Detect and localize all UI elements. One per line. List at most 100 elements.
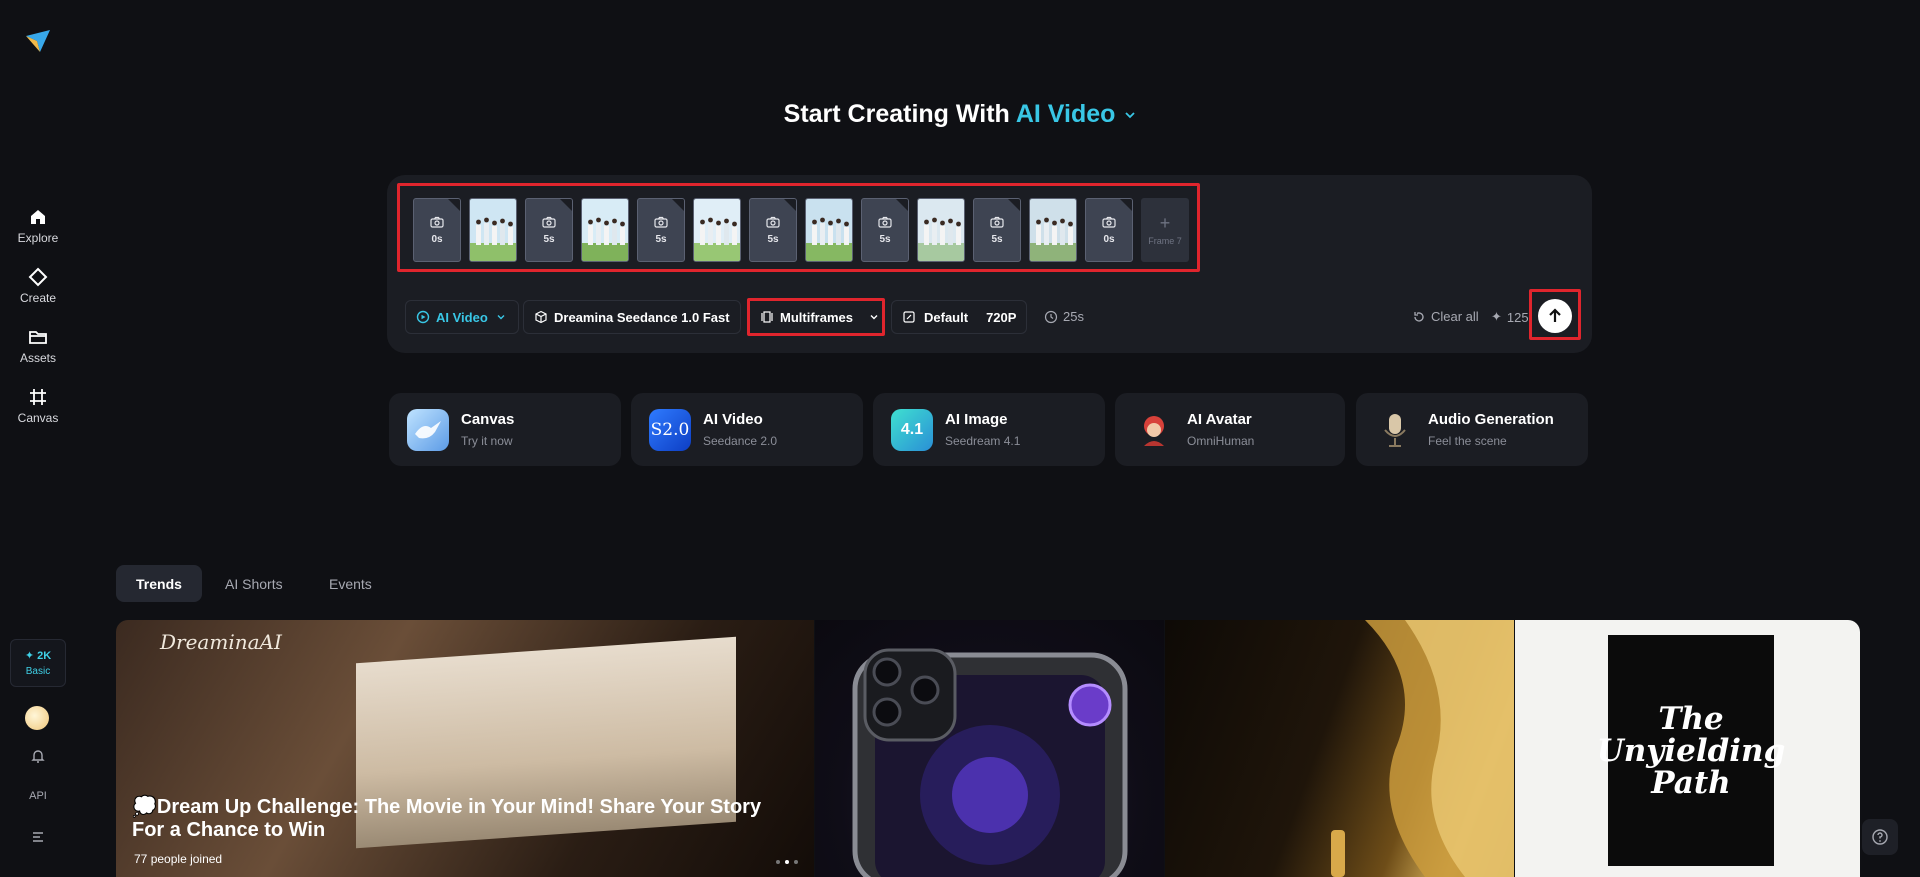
aspect-ratio-icon bbox=[902, 310, 916, 324]
frame-thumbnail[interactable] bbox=[469, 198, 517, 262]
gallery-item-poster[interactable]: The Unyielding Path bbox=[1515, 620, 1860, 877]
plan-label: Basic bbox=[25, 666, 51, 677]
frame-thumbnail[interactable] bbox=[805, 198, 853, 262]
page-title: Start Creating With AI Video bbox=[0, 100, 1920, 129]
help-icon bbox=[1872, 829, 1888, 845]
frame-duration: 5s bbox=[879, 233, 891, 245]
dreamina-watermark: DreaminaAI bbox=[160, 630, 282, 654]
avatar-character-icon bbox=[1133, 409, 1175, 451]
feature-card-ai-image[interactable]: 4.1 AI Image Seedream 4.1 bbox=[873, 393, 1105, 466]
camera-icon bbox=[766, 216, 780, 228]
credits-amount: ✦ 2K bbox=[24, 650, 52, 662]
frame-thumbnail[interactable] bbox=[581, 198, 629, 262]
gallery-item-phone[interactable] bbox=[815, 620, 1164, 877]
gallery-item-gold[interactable] bbox=[1165, 620, 1514, 877]
feature-card-ai-video[interactable]: S2.0 AI Video Seedance 2.0 bbox=[631, 393, 863, 466]
frame-slot[interactable]: 5s bbox=[637, 198, 685, 262]
menu-icon[interactable] bbox=[18, 828, 58, 847]
bell-icon[interactable] bbox=[18, 748, 58, 767]
sidebar-item-explore[interactable]: Explore bbox=[8, 206, 68, 260]
model-select[interactable]: Dreamina Seedance 1.0 Fast bbox=[523, 300, 741, 334]
reset-icon bbox=[1414, 311, 1424, 322]
ratio-resolution-select[interactable]: Default 720P bbox=[891, 300, 1028, 334]
sidebar-item-assets[interactable]: Assets bbox=[8, 326, 68, 380]
add-frame-label: Frame 7 bbox=[1148, 236, 1182, 246]
feature-card-ai-avatar[interactable]: AI Avatar OmniHuman bbox=[1115, 393, 1345, 466]
carousel-dots[interactable] bbox=[776, 860, 798, 864]
frame-thumbnail[interactable] bbox=[917, 198, 965, 262]
microphone-icon bbox=[1374, 409, 1416, 451]
home-icon bbox=[27, 206, 49, 228]
poster-image: The Unyielding Path bbox=[1597, 635, 1785, 866]
chevron-down-icon bbox=[494, 310, 508, 324]
frame-image bbox=[918, 199, 964, 261]
mode-switcher[interactable]: AI Video bbox=[1016, 100, 1137, 128]
frame-thumbnail[interactable] bbox=[1029, 198, 1077, 262]
liquid-gold-image bbox=[1331, 620, 1514, 877]
carousel-dot[interactable] bbox=[794, 860, 798, 864]
camera-icon bbox=[654, 216, 668, 228]
camera-icon bbox=[1102, 216, 1116, 228]
feature-title: Canvas bbox=[461, 411, 515, 428]
feature-card-audio-generation[interactable]: Audio Generation Feel the scene bbox=[1356, 393, 1588, 466]
help-button[interactable] bbox=[1862, 819, 1898, 855]
frame-slot[interactable]: 0s bbox=[1085, 198, 1133, 262]
feature-title: Audio Generation bbox=[1428, 411, 1554, 428]
frame-image bbox=[1030, 199, 1076, 261]
tab-events[interactable]: Events bbox=[309, 565, 392, 602]
folder-icon bbox=[27, 326, 49, 348]
api-link[interactable]: API bbox=[18, 790, 58, 802]
frame-image bbox=[806, 199, 852, 261]
camera-icon bbox=[542, 216, 556, 228]
poster-title: The Unyielding Path bbox=[1596, 700, 1786, 801]
seedream-badge-text: 4.1 bbox=[900, 420, 924, 438]
avatar[interactable] bbox=[25, 706, 49, 730]
feature-card-canvas[interactable]: Canvas Try it now bbox=[389, 393, 621, 466]
clear-all-button[interactable]: Clear all bbox=[1412, 309, 1479, 324]
frame-thumbnail[interactable] bbox=[693, 198, 741, 262]
sidebar-item-label: Canvas bbox=[17, 411, 59, 425]
carousel-dot[interactable] bbox=[776, 860, 780, 864]
sidebar-item-create[interactable]: Create bbox=[8, 266, 68, 320]
sidebar-item-label: Assets bbox=[19, 351, 56, 365]
frame-slot[interactable]: 0s bbox=[413, 198, 461, 262]
generate-button[interactable] bbox=[1538, 299, 1572, 333]
phone-case-image bbox=[852, 648, 1128, 877]
model-select-label: Dreamina Seedance 1.0 Fast bbox=[554, 309, 730, 325]
sidebar-item-label: Explore bbox=[17, 231, 59, 245]
feature-subtitle: OmniHuman bbox=[1187, 434, 1255, 448]
tab-ai-shorts[interactable]: AI Shorts bbox=[205, 565, 303, 602]
clear-all-label: Clear all bbox=[1431, 309, 1479, 324]
clock-icon bbox=[1044, 310, 1058, 323]
frames-timeline: 0s 5s 5s 5s 5s 5s 0s + Frame 7 bbox=[413, 198, 1189, 264]
plus-icon: + bbox=[1159, 213, 1171, 233]
featured-challenge-card[interactable]: DreaminaAI 💭Dream Up Challenge: The Movi… bbox=[116, 620, 814, 877]
frame-duration: 5s bbox=[655, 233, 667, 245]
add-frame-button[interactable]: + Frame 7 bbox=[1141, 198, 1189, 262]
sidebar: Explore Create Assets Canvas ✦ 2K Basic … bbox=[0, 0, 76, 877]
frame-image bbox=[694, 199, 740, 261]
feature-title: AI Avatar bbox=[1187, 411, 1252, 428]
feature-title: AI Video bbox=[703, 411, 763, 428]
credits-badge[interactable]: ✦ 2K Basic bbox=[10, 639, 66, 687]
carousel-dot-active[interactable] bbox=[785, 860, 789, 864]
dreamina-logo-icon[interactable] bbox=[24, 26, 52, 54]
frame-slot[interactable]: 5s bbox=[749, 198, 797, 262]
feature-subtitle: Feel the scene bbox=[1428, 434, 1507, 448]
sidebar-item-label: Create bbox=[19, 291, 57, 305]
title-prefix: Start Creating With bbox=[783, 100, 1010, 128]
joined-count: 77 bbox=[134, 852, 148, 866]
frame-slot[interactable]: 5s bbox=[525, 198, 573, 262]
video-mode-icon bbox=[416, 310, 430, 324]
frame-image bbox=[582, 199, 628, 261]
tab-trends[interactable]: Trends bbox=[116, 565, 202, 602]
sidebar-item-canvas[interactable]: Canvas bbox=[8, 386, 68, 440]
frame-slot[interactable]: 5s bbox=[861, 198, 909, 262]
joined-info: 77 people joined bbox=[134, 852, 222, 866]
mode-select[interactable]: AI Video bbox=[405, 300, 519, 334]
mode-switcher-label: AI Video bbox=[1015, 100, 1116, 128]
camera-icon bbox=[878, 216, 892, 228]
frame-slot[interactable]: 5s bbox=[973, 198, 1021, 262]
frame-duration: 5s bbox=[543, 233, 555, 245]
duration-indicator[interactable]: 25s bbox=[1044, 309, 1084, 324]
